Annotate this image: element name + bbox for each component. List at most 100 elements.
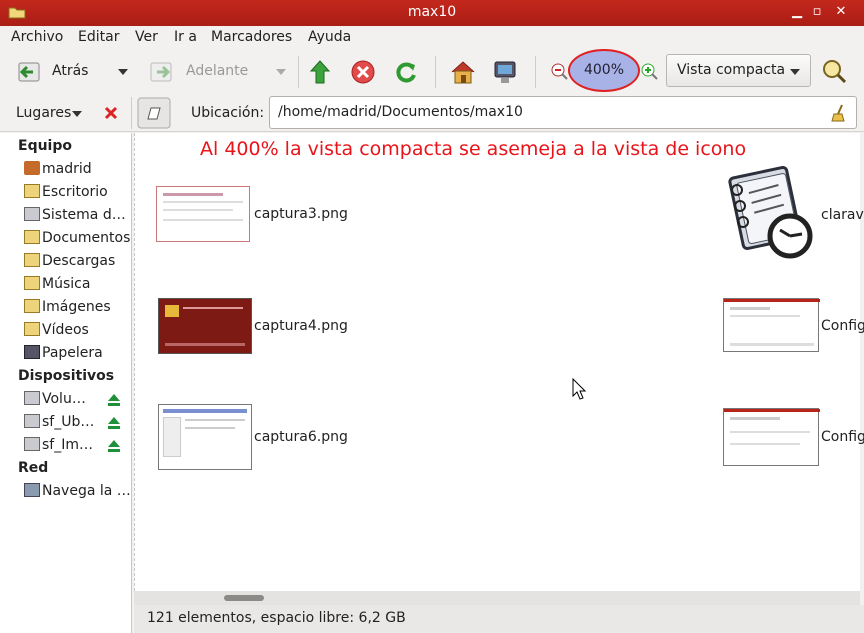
sidebar-item-imagenes[interactable]: Imágenes: [24, 299, 111, 315]
drive-icon: [24, 437, 40, 451]
thumbnail-detail: [163, 209, 233, 211]
eject-icon[interactable]: [107, 416, 121, 430]
thumbnail-detail: [185, 419, 245, 421]
annotation-text: Al 400% la vista compacta se asemeja a l…: [200, 138, 747, 160]
close-window-button[interactable]: ✕: [832, 3, 850, 21]
search-icon[interactable]: [821, 58, 847, 84]
zoom-out-icon[interactable]: [550, 62, 568, 82]
notebook-clock-icon[interactable]: [722, 166, 814, 260]
file-thumbnail[interactable]: [158, 298, 252, 354]
toolbar-separator: [535, 56, 536, 88]
back-button[interactable]: Atrás: [52, 63, 88, 79]
thumbnail-detail: [730, 307, 770, 310]
forward-button[interactable]: Adelante: [186, 63, 248, 79]
file-thumbnail[interactable]: [723, 408, 820, 466]
drive-icon: [24, 207, 40, 221]
thumbnail-detail: [165, 343, 245, 346]
toolbar-separator: [298, 56, 299, 88]
sidebar-item-sf-im[interactable]: sf_Im…: [24, 437, 93, 453]
close-sidebar-icon[interactable]: [103, 105, 119, 121]
thumbnail-detail: [163, 409, 247, 413]
up-arrow-icon[interactable]: [309, 59, 331, 85]
thumbnail-detail: [185, 427, 235, 429]
file-name[interactable]: Config: [821, 429, 864, 445]
thumbnail-detail: [730, 431, 810, 433]
sidebar-item-label: Imágenes: [42, 299, 111, 315]
thumbnail-detail: [730, 417, 780, 420]
menu-ayuda[interactable]: Ayuda: [308, 29, 351, 45]
sidebar-item-videos[interactable]: Vídeos: [24, 322, 89, 338]
status-text: 121 elementos, espacio libre: 6,2 GB: [147, 610, 406, 626]
file-name[interactable]: Config: [821, 318, 864, 334]
location-input[interactable]: /home/madrid/Documentos/max10: [269, 96, 857, 129]
clear-broom-icon[interactable]: [830, 103, 848, 123]
sidebar-item-descargas[interactable]: Descargas: [24, 253, 115, 269]
file-name[interactable]: captura6.png: [254, 429, 348, 445]
menu-editar[interactable]: Editar: [78, 29, 119, 45]
view-mode-label: Vista compacta: [677, 62, 786, 78]
thumbnail-detail: [730, 343, 814, 346]
sidebar-item-label: sf_Ub…: [42, 414, 95, 430]
menu-archivo[interactable]: Archivo: [11, 29, 63, 45]
file-thumbnail[interactable]: [158, 404, 252, 470]
file-thumbnail[interactable]: [156, 186, 250, 242]
sidebar-section-red: Red: [18, 460, 49, 476]
sidebar-item-label: Vídeos: [42, 322, 89, 338]
menu-bar: Archivo Editar Ver Ir a Marcadores Ayuda: [0, 26, 864, 50]
places-chevron-icon: [72, 111, 82, 117]
sidebar-item-sf-ub[interactable]: sf_Ub…: [24, 414, 94, 430]
title-bar: max10 ▁ ▫ ✕: [0, 0, 864, 26]
menu-marcadores[interactable]: Marcadores: [211, 29, 292, 45]
folder-icon: [24, 276, 40, 290]
forward-history-dropdown[interactable]: [276, 69, 286, 75]
zoom-level-indicator[interactable]: 400%: [568, 49, 640, 92]
network-icon: [24, 483, 40, 497]
file-name[interactable]: clarav: [821, 207, 864, 223]
reload-icon[interactable]: [393, 59, 419, 85]
thumbnail-detail: [163, 201, 243, 203]
view-mode-select[interactable]: Vista compacta: [666, 54, 811, 87]
thumbnail-detail: [163, 193, 223, 196]
scrollbar-thumb[interactable]: [224, 595, 264, 601]
back-history-dropdown[interactable]: [118, 69, 128, 75]
edit-location-toggle-icon[interactable]: [137, 97, 171, 129]
places-dropdown[interactable]: Lugares: [16, 105, 71, 121]
sidebar-item-label: Documentos: [42, 230, 131, 246]
sidebar-item-madrid[interactable]: madrid: [24, 161, 92, 177]
menu-ir-a[interactable]: Ir a: [174, 29, 197, 45]
computer-icon[interactable]: [491, 58, 519, 86]
back-arrow-icon[interactable]: [16, 60, 42, 84]
thumbnail-detail: [183, 307, 243, 309]
sidebar-item-label: sf_Im…: [42, 437, 93, 453]
stop-icon[interactable]: [350, 59, 376, 85]
sidebar-item-label: Papelera: [42, 345, 103, 361]
file-name[interactable]: captura4.png: [254, 318, 348, 334]
zoom-in-icon[interactable]: [640, 62, 658, 82]
folder-icon: [24, 299, 40, 313]
minimize-button[interactable]: ▁: [788, 3, 806, 21]
horizontal-scrollbar[interactable]: [134, 591, 860, 605]
sidebar-item-label: Sistema d…: [42, 207, 126, 223]
sidebar-item-papelera[interactable]: Papelera: [24, 345, 103, 361]
sidebar-item-escritorio[interactable]: Escritorio: [24, 184, 108, 200]
sidebar-item-label: Escritorio: [42, 184, 108, 200]
menu-ver[interactable]: Ver: [135, 29, 158, 45]
file-thumbnail[interactable]: [723, 298, 820, 352]
home-icon[interactable]: [449, 58, 477, 86]
sidebar-item-musica[interactable]: Música: [24, 276, 90, 292]
thumbnail-detail: [163, 219, 243, 221]
sidebar-item-sistema[interactable]: Sistema d…: [24, 207, 126, 223]
eject-icon[interactable]: [107, 393, 121, 407]
drive-icon: [24, 391, 40, 405]
sidebar-item-volume[interactable]: Volu…: [24, 391, 86, 407]
folder-icon: [24, 184, 40, 198]
sidebar-item-documentos[interactable]: Documentos: [24, 230, 130, 246]
home-folder-icon: [24, 161, 40, 175]
places-sidebar: Equipo madrid Escritorio Sistema d… Docu…: [0, 133, 132, 633]
toolbar-separator: [435, 56, 436, 88]
sidebar-item-network[interactable]: Navega la …: [24, 483, 131, 499]
maximize-button[interactable]: ▫: [808, 3, 826, 21]
folder-icon: [24, 253, 40, 267]
file-name[interactable]: captura3.png: [254, 206, 348, 222]
eject-icon[interactable]: [107, 439, 121, 453]
